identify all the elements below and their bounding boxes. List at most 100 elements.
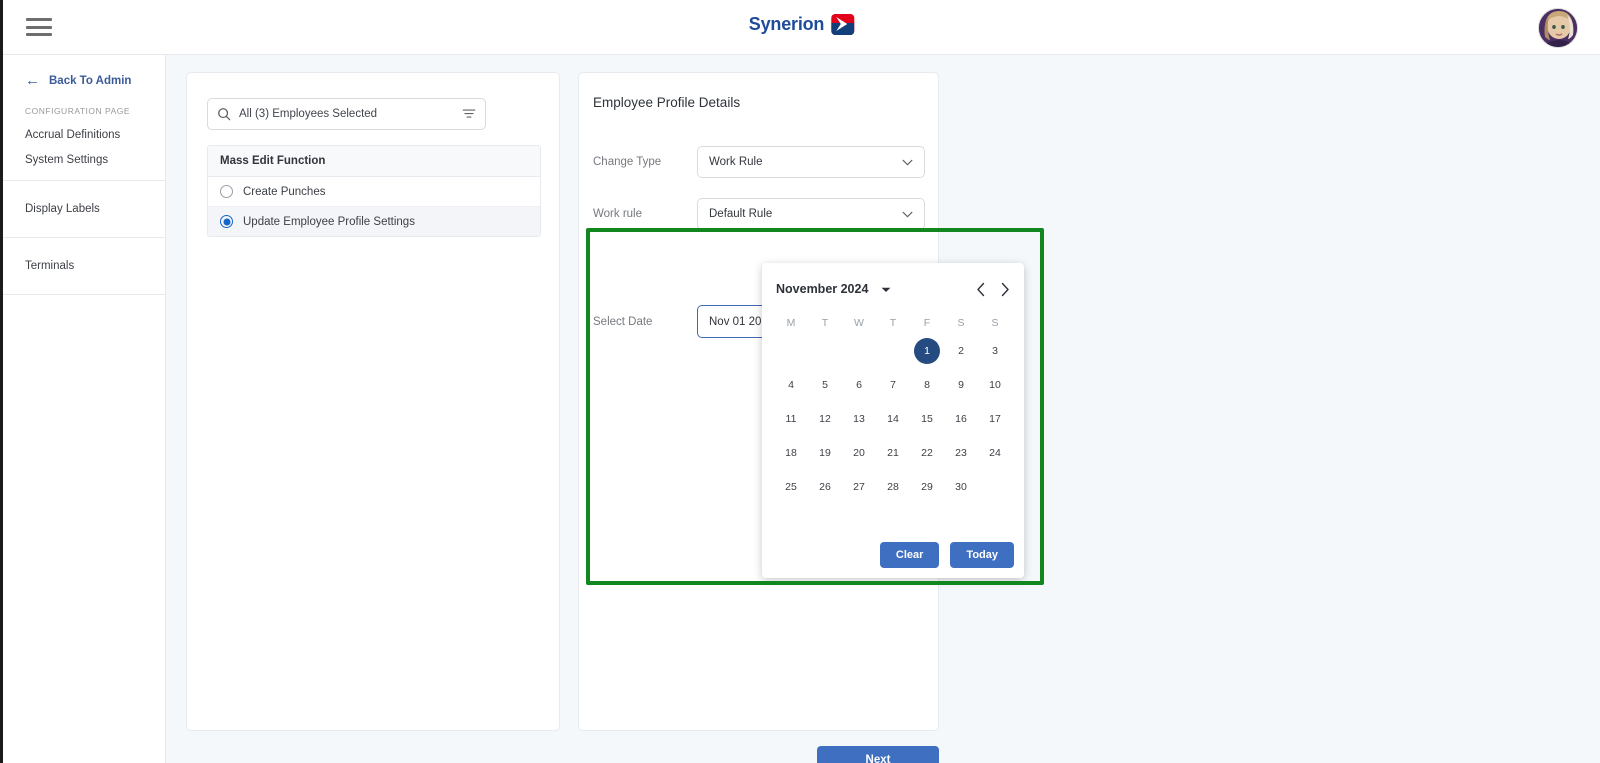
hamburger-menu-icon[interactable]: [26, 16, 52, 38]
calendar-day[interactable]: 27: [842, 473, 876, 501]
mark-chevron-icon: [836, 17, 848, 31]
sidebar-item-system-settings[interactable]: System Settings: [3, 141, 165, 166]
calendar-day-label: 10: [989, 379, 1001, 391]
radio-checked-icon[interactable]: [220, 215, 233, 228]
calendar-day-header: M: [786, 317, 796, 329]
calendar-day-label: 1: [924, 345, 930, 357]
calendar-day-label: 29: [921, 481, 933, 493]
calendar-day[interactable]: 23: [944, 439, 978, 467]
radio-unchecked-icon[interactable]: [220, 185, 233, 198]
calendar-month-year-toggle[interactable]: November 2024: [776, 282, 891, 296]
calendar-day-label: 25: [785, 481, 797, 493]
calendar-day-label: 30: [955, 481, 967, 493]
employee-search-value: All (3) Employees Selected: [239, 108, 378, 120]
calendar-day[interactable]: 8: [910, 371, 944, 399]
mass-edit-header: Mass Edit Function: [208, 146, 540, 177]
calendar-day[interactable]: 17: [978, 405, 1012, 433]
avatar[interactable]: [1538, 8, 1578, 48]
sidebar-item-accrual-definitions[interactable]: Accrual Definitions: [3, 116, 165, 141]
calendar-prev-month-button[interactable]: [976, 282, 986, 297]
radio-option-update-employee-profile-settings[interactable]: Update Employee Profile Settings: [208, 207, 540, 236]
calendar-day[interactable]: 4: [774, 371, 808, 399]
calendar-day[interactable]: 3: [978, 337, 1012, 365]
calendar-day-empty: [774, 337, 808, 365]
calendar-header: November 2024: [774, 275, 1012, 303]
brand-name: Synerion: [748, 14, 825, 34]
calendar-day[interactable]: 24: [978, 439, 1012, 467]
avatar-image: [1539, 9, 1577, 47]
calendar-day-header: T: [821, 317, 829, 329]
calendar-day-label: 18: [785, 447, 797, 459]
calendar-day[interactable]: 22: [910, 439, 944, 467]
calendar-day-label: 8: [924, 379, 930, 391]
radio-label: Create Punches: [243, 185, 326, 198]
clear-button[interactable]: Clear: [879, 542, 940, 568]
employee-search-input[interactable]: All (3) Employees Selected: [207, 98, 486, 130]
change-type-select[interactable]: Work Rule: [697, 146, 925, 178]
search-icon: [218, 108, 231, 121]
calendar-day[interactable]: 21: [876, 439, 910, 467]
calendar-next-month-button[interactable]: [1000, 282, 1010, 297]
calendar-action-buttons: Clear Today: [879, 542, 1014, 568]
calendar-day-label: 17: [989, 413, 1001, 425]
sidebar-item-label: Display Labels: [25, 203, 100, 215]
calendar-day[interactable]: 10: [978, 371, 1012, 399]
date-picker-popup: November 2024 M T W T F S S 1 2 3 4 5 6 …: [762, 263, 1024, 578]
calendar-day[interactable]: 30: [944, 473, 978, 501]
calendar-day[interactable]: 9: [944, 371, 978, 399]
app-logo: Synerion: [748, 14, 855, 35]
calendar-day[interactable]: 13: [842, 405, 876, 433]
calendar-day-label: 19: [819, 447, 831, 459]
calendar-day[interactable]: 29: [910, 473, 944, 501]
calendar-day-label: 16: [955, 413, 967, 425]
main-content-area: All (3) Employees Selected Mass Edit Fun…: [166, 55, 1600, 763]
field-label: Work rule: [593, 208, 642, 220]
calendar-day[interactable]: 14: [876, 405, 910, 433]
calendar-month-year-label: November 2024: [776, 282, 869, 296]
calendar-day[interactable]: 12: [808, 405, 842, 433]
page-title: Employee Profile Details: [593, 95, 741, 110]
calendar-day[interactable]: 25: [774, 473, 808, 501]
calendar-day[interactable]: 6: [842, 371, 876, 399]
next-button[interactable]: Next: [817, 746, 939, 763]
calendar-day-label: 20: [853, 447, 865, 459]
radio-label: Update Employee Profile Settings: [243, 215, 415, 228]
filter-icon[interactable]: [462, 107, 476, 121]
calendar-day[interactable]: 28: [876, 473, 910, 501]
calendar-day[interactable]: 11: [774, 405, 808, 433]
calendar-day-empty: [978, 473, 1012, 501]
back-to-admin-link[interactable]: ← Back To Admin: [3, 55, 165, 88]
top-bar: Synerion: [3, 0, 1600, 55]
chevron-left-icon: [977, 282, 985, 296]
calendar-day-empty: [876, 337, 910, 365]
calendar-week-row: 4 5 6 7 8 9 10: [774, 371, 1012, 399]
calendar-day-label: 6: [856, 379, 862, 391]
today-button[interactable]: Today: [950, 542, 1014, 568]
calendar-day[interactable]: 20: [842, 439, 876, 467]
calendar-day-selected[interactable]: 1: [910, 337, 944, 365]
calendar-day-label: 13: [853, 413, 865, 425]
calendar-day[interactable]: 15: [910, 405, 944, 433]
calendar-day[interactable]: 18: [774, 439, 808, 467]
calendar-day[interactable]: 16: [944, 405, 978, 433]
mass-edit-function-card: Mass Edit Function Create Punches Update…: [207, 145, 541, 237]
hamburger-line: [26, 18, 52, 21]
calendar-day-label: 24: [989, 447, 1001, 459]
calendar-day-header: T: [889, 317, 897, 329]
sidebar: ← Back To Admin CONFIGURATION PAGE Accru…: [3, 55, 166, 763]
chevron-right-icon: [1001, 282, 1009, 296]
sidebar-item-label: Accrual Definitions: [25, 129, 121, 141]
sidebar-item-terminals[interactable]: Terminals: [3, 238, 165, 294]
calendar-day[interactable]: 2: [944, 337, 978, 365]
calendar-day[interactable]: 26: [808, 473, 842, 501]
calendar-week-row: 11 12 13 14 15 16 17: [774, 405, 1012, 433]
chevron-down-icon: [902, 211, 913, 217]
calendar-day-label: 4: [788, 379, 794, 391]
radio-option-create-punches[interactable]: Create Punches: [208, 177, 540, 207]
calendar-day-header: W: [854, 317, 864, 329]
calendar-day[interactable]: 5: [808, 371, 842, 399]
calendar-day[interactable]: 19: [808, 439, 842, 467]
work-rule-select[interactable]: Default Rule: [697, 198, 925, 230]
calendar-day[interactable]: 7: [876, 371, 910, 399]
sidebar-item-display-labels[interactable]: Display Labels: [3, 181, 165, 237]
